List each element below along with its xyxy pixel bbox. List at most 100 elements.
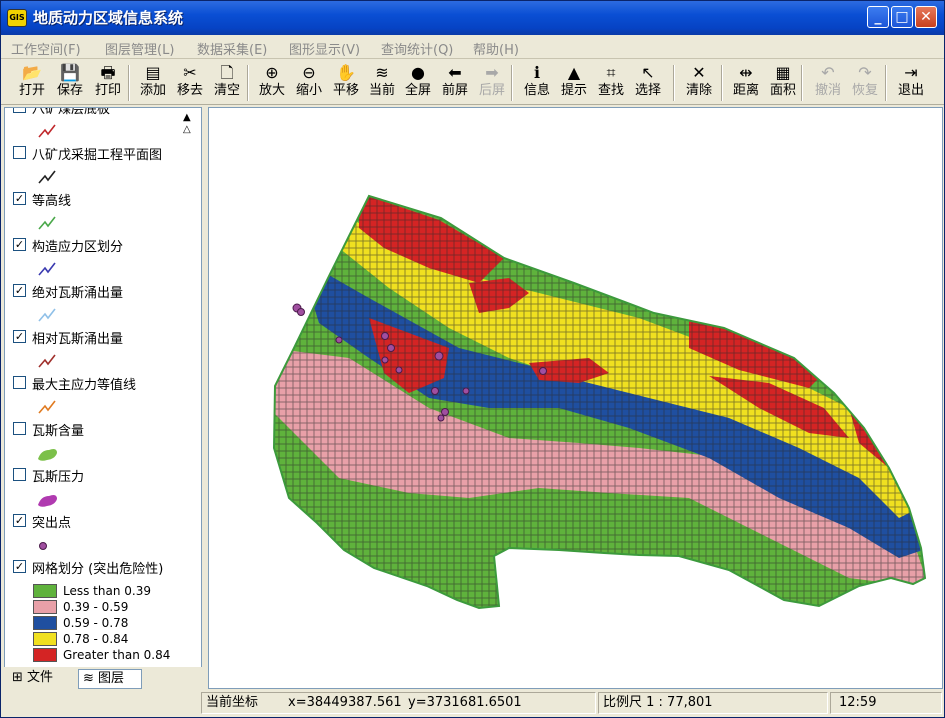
toolbar-separator xyxy=(721,65,723,101)
coord-x: x=38449387.561 xyxy=(288,695,402,710)
forward-arrow-icon: ➡ xyxy=(485,63,499,82)
layer-name: 突出点 xyxy=(32,516,72,531)
legend-swatch xyxy=(33,648,57,662)
tab-layers-label: 图层 xyxy=(98,671,125,686)
current-extent-button[interactable]: ≋ 当前 xyxy=(363,63,401,103)
layer-visibility-checkbox[interactable]: ✓ xyxy=(13,284,26,297)
outburst-point[interactable] xyxy=(539,367,547,375)
layer-visibility-checkbox[interactable]: ✓ xyxy=(13,514,26,527)
layer-visibility-checkbox[interactable] xyxy=(13,146,26,159)
remove-layer-button[interactable]: ✂ 移去 xyxy=(171,63,209,103)
layer-item[interactable]: ✓ 构造应力区划分 xyxy=(13,238,193,282)
toolbar-label: 退出 xyxy=(897,83,924,98)
layer-item[interactable]: 八矿戊采掘工程平面图 xyxy=(13,146,193,190)
redo-button[interactable]: ↷ 恢复 xyxy=(846,63,884,103)
status-clock: 12:59 xyxy=(830,692,942,714)
layer-visibility-checkbox[interactable] xyxy=(13,468,26,481)
layer-item[interactable]: 瓦斯压力 xyxy=(13,468,193,512)
layer-visibility-checkbox[interactable]: ✓ xyxy=(13,560,26,573)
outburst-point[interactable] xyxy=(381,356,389,364)
close-button[interactable]: ✕ xyxy=(915,6,937,28)
save-button[interactable]: 💾 保存 xyxy=(51,63,89,103)
grid-map-canvas[interactable] xyxy=(209,108,943,689)
outburst-point[interactable] xyxy=(434,351,444,361)
layer-item[interactable]: 八矿煤层底板 xyxy=(13,107,193,144)
layer-name: 瓦斯压力 xyxy=(32,470,85,485)
title-bar[interactable]: GIS 地质动力区域信息系统 _ □ ✕ xyxy=(1,1,944,35)
outburst-point[interactable] xyxy=(437,414,445,422)
pan-hand-button[interactable]: ✋ 平移 xyxy=(327,63,365,103)
layer-item[interactable]: 最大主应力等值线 xyxy=(13,376,193,420)
clear-selection-button[interactable]: ✕ 清除 xyxy=(680,63,718,103)
layer-visibility-checkbox[interactable]: ✓ xyxy=(13,238,26,251)
layer-visibility-checkbox[interactable]: ✓ xyxy=(13,330,26,343)
layer-visibility-checkbox[interactable] xyxy=(13,422,26,435)
menu-data-collection[interactable]: 数据采集(E) xyxy=(197,39,267,58)
find-binoculars-button[interactable]: ⌗ 查找 xyxy=(592,63,630,103)
fill-symbol-icon xyxy=(38,449,57,461)
pan-hand-icon: ✋ xyxy=(336,63,356,82)
layer-visibility-checkbox[interactable] xyxy=(13,108,26,113)
layer-panel[interactable]: ▲ △ 八矿煤层底板 八矿戊采掘工程平面图 ✓ 等高线 ✓ 构造应力区划分 ✓ 绝对瓦斯涌出量 ✓… xyxy=(4,107,202,687)
print-button[interactable]: 🖶 打印 xyxy=(89,63,127,103)
point-symbol-icon xyxy=(39,542,47,550)
zoom-in-button[interactable]: ⊕ 放大 xyxy=(253,63,291,103)
layer-visibility-checkbox[interactable]: ✓ xyxy=(13,192,26,205)
save-icon: 💾 xyxy=(60,63,80,82)
fill-symbol-icon xyxy=(38,495,57,507)
menu-workspace[interactable]: 工作空间(F) xyxy=(11,39,81,58)
measure-distance-icon: ⇹ xyxy=(739,63,753,82)
forward-arrow-button[interactable]: ➡ 后屏 xyxy=(473,63,511,103)
full-extent-globe-icon: ● xyxy=(411,63,425,82)
layer-name: 等高线 xyxy=(32,194,72,209)
open-folder-button[interactable]: 📂 打开 xyxy=(13,63,51,103)
map-scale: 比例尺 1 : 77,801 xyxy=(598,692,828,714)
map-view[interactable] xyxy=(208,107,943,689)
outburst-point[interactable] xyxy=(297,308,305,316)
zoom-in-icon: ⊕ xyxy=(265,63,279,82)
toolbar-label: 平移 xyxy=(332,83,359,98)
outburst-point[interactable] xyxy=(462,387,470,395)
undo-button[interactable]: ↶ 撤消 xyxy=(809,63,847,103)
exit-door-button[interactable]: ⇥ 退出 xyxy=(892,63,930,103)
open-folder-icon: 📂 xyxy=(22,63,42,82)
toolbar-separator xyxy=(511,65,513,101)
back-arrow-button[interactable]: ⬅ 前屏 xyxy=(436,63,474,103)
layer-visibility-checkbox[interactable] xyxy=(13,376,26,389)
outburst-point[interactable] xyxy=(441,408,449,416)
layer-item[interactable]: ✓ 绝对瓦斯涌出量 xyxy=(13,284,193,328)
zoom-out-button[interactable]: ⊖ 缩小 xyxy=(290,63,328,103)
app-window: GIS 地质动力区域信息系统 _ □ ✕ 工作空间(F) 图层管理(L) 数据采… xyxy=(0,0,945,718)
toolbar-label: 清空 xyxy=(213,83,240,98)
tab-files[interactable]: ⊞ 文件 xyxy=(8,669,68,689)
full-extent-globe-button[interactable]: ● 全屏 xyxy=(399,63,437,103)
menu-graphics-display[interactable]: 图形显示(V) xyxy=(289,39,360,58)
minimize-button[interactable]: _ xyxy=(867,6,889,28)
legend-label: 0.39 - 0.59 xyxy=(63,600,129,614)
menu-layer-management[interactable]: 图层管理(L) xyxy=(105,39,174,58)
outburst-point[interactable] xyxy=(431,387,439,395)
layer-item[interactable]: ✓ 等高线 xyxy=(13,192,193,236)
info-button[interactable]: ℹ 信息 xyxy=(518,63,556,103)
layer-item[interactable]: 瓦斯含量 xyxy=(13,422,193,466)
clear-selection-icon: ✕ xyxy=(692,63,706,82)
maximize-button[interactable]: □ xyxy=(891,6,913,28)
outburst-point[interactable] xyxy=(395,366,403,374)
clear-button[interactable]: 🗋 清空 xyxy=(208,63,246,103)
info-icon: ℹ xyxy=(533,63,541,82)
menu-help[interactable]: 帮助(H) xyxy=(473,39,519,58)
measure-distance-button[interactable]: ⇹ 距离 xyxy=(727,63,765,103)
outburst-point[interactable] xyxy=(387,344,395,352)
layer-item[interactable]: ✓ 突出点 xyxy=(13,514,193,558)
warning-tip-button[interactable]: ▲ 提示 xyxy=(555,63,593,103)
measure-area-button[interactable]: ▦ 面积 xyxy=(764,63,802,103)
outburst-point[interactable] xyxy=(381,332,389,340)
tab-layers[interactable]: ≋ 图层 xyxy=(78,669,142,689)
select-arrow-button[interactable]: ↖ 选择 xyxy=(629,63,667,103)
layer-item[interactable]: ✓ 相对瓦斯涌出量 xyxy=(13,330,193,374)
layer-name: 八矿煤层底板 xyxy=(32,107,111,117)
outburst-point[interactable] xyxy=(335,336,343,344)
current-extent-icon: ≋ xyxy=(375,63,389,82)
menu-query-statistics[interactable]: 查询统计(Q) xyxy=(381,39,453,58)
add-layer-button[interactable]: ▤ 添加 xyxy=(134,63,172,103)
